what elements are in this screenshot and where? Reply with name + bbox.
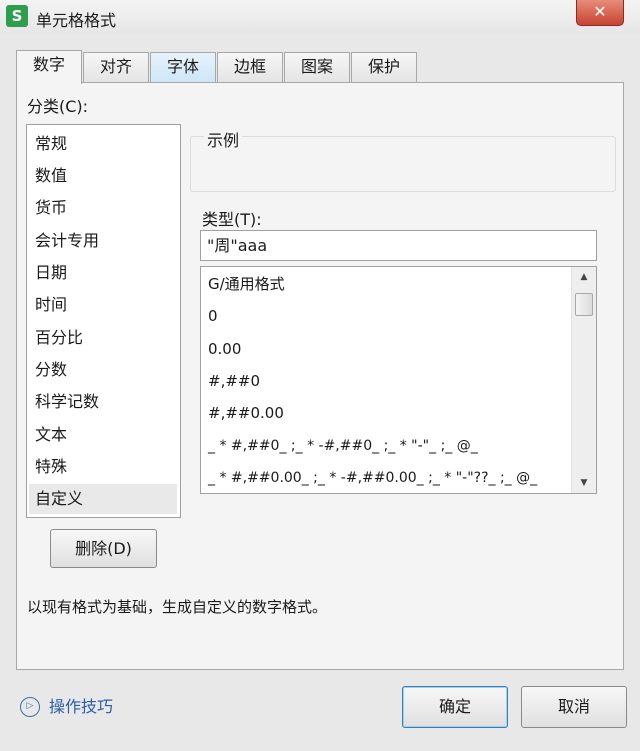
category-item[interactable]: 日期	[29, 258, 177, 288]
format-item[interactable]: _ * #,##0.00_ ;_ * -#,##0.00_ ;_ * "-"??…	[208, 463, 537, 493]
example-label: 示例	[204, 127, 243, 151]
tab-protection[interactable]: 保护	[351, 52, 417, 82]
format-item[interactable]: #,##0	[208, 366, 260, 396]
example-group	[190, 136, 616, 192]
scroll-up-icon[interactable]: ▲	[572, 267, 596, 287]
format-item[interactable]: G/通用格式	[208, 269, 285, 299]
tab-font[interactable]: 字体	[150, 52, 216, 82]
category-item[interactable]: 百分比	[29, 323, 177, 353]
close-icon: ✕	[593, 2, 607, 21]
play-circle-icon[interactable]: ▷	[20, 697, 40, 717]
format-item[interactable]: 0	[208, 301, 218, 331]
format-list-scrollbar[interactable]: ▲ ▼	[571, 267, 596, 493]
tab-pattern[interactable]: 图案	[284, 52, 350, 82]
tab-border[interactable]: 边框	[217, 52, 283, 82]
category-item[interactable]: 科学记数	[29, 387, 177, 417]
category-item[interactable]: 分数	[29, 355, 177, 385]
category-item[interactable]: 特殊	[29, 452, 177, 482]
category-item[interactable]: 文本	[29, 420, 177, 450]
ok-button[interactable]: 确定	[402, 686, 508, 728]
format-item[interactable]: #,##0.00	[208, 398, 284, 428]
description-text: 以现有格式为基础，生成自定义的数字格式。	[27, 598, 328, 616]
category-item[interactable]: 常规	[29, 129, 177, 159]
scroll-thumb[interactable]	[575, 293, 593, 316]
format-item[interactable]: _ * #,##0_ ;_ * -#,##0_ ;_ * "-"_ ;_ @_	[208, 431, 478, 461]
window-title: 单元格格式	[36, 11, 117, 30]
category-item[interactable]: 会计专用	[29, 226, 177, 256]
tab-alignment[interactable]: 对齐	[83, 52, 149, 82]
category-label: 分类(C):	[27, 97, 89, 116]
category-item[interactable]: 货币	[29, 193, 177, 223]
scroll-down-icon[interactable]: ▼	[572, 473, 596, 493]
format-list[interactable]: G/通用格式 0 0.00 #,##0 #,##0.00 _ * #,##0_ …	[200, 266, 597, 494]
close-button[interactable]: ✕	[576, 0, 624, 26]
category-item[interactable]: 数值	[29, 161, 177, 191]
format-item[interactable]: 0.00	[208, 334, 241, 364]
title-bar: S 单元格格式 ✕	[0, 0, 640, 34]
type-input[interactable]: "周"aaa	[200, 230, 597, 261]
wps-spreadsheet-icon: S	[6, 5, 28, 27]
category-item-selected[interactable]: 自定义	[29, 484, 177, 514]
category-item[interactable]: 时间	[29, 290, 177, 320]
tab-number[interactable]: 数字	[16, 50, 82, 84]
cancel-button[interactable]: 取消	[521, 686, 627, 728]
category-list[interactable]: 常规 数值 货币 会计专用 日期 时间 百分比 分数 科学记数 文本 特殊 自定…	[26, 124, 181, 518]
type-label: 类型(T):	[202, 210, 262, 229]
tips-link[interactable]: 操作技巧	[49, 696, 113, 718]
delete-button[interactable]: 删除(D)	[50, 529, 157, 568]
